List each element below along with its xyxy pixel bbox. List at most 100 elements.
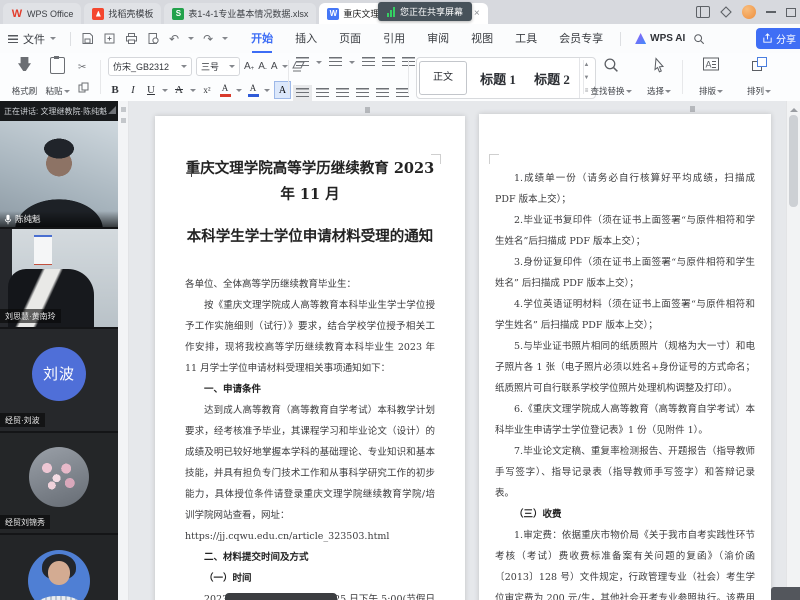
signal-bars-icon xyxy=(387,7,395,17)
redo-dropdown-icon[interactable] xyxy=(222,37,228,43)
collapsed-side-panel[interactable] xyxy=(118,101,129,600)
floating-toolbar-edge[interactable] xyxy=(225,593,337,600)
doc-title-line2: 本科学生学士学位申请材料受理的通知 xyxy=(185,224,435,250)
chevron-down-icon xyxy=(50,37,56,43)
margin-crop-mark xyxy=(431,154,441,164)
align-left-icon[interactable] xyxy=(296,88,309,99)
increase-font-icon[interactable]: A+ xyxy=(244,61,254,72)
svg-text:A: A xyxy=(706,60,712,70)
tab-view[interactable]: 视图 xyxy=(460,25,504,53)
search-icon[interactable] xyxy=(693,33,705,45)
font-size-select[interactable]: 三号 xyxy=(196,57,240,76)
highlight-color-button[interactable]: A xyxy=(218,82,232,98)
undo-icon[interactable]: ↶ xyxy=(169,32,179,46)
bold-button[interactable]: B xyxy=(108,82,122,98)
tab-page[interactable]: 页面 xyxy=(328,25,372,53)
scroll-up-arrow[interactable] xyxy=(790,104,798,112)
tab-reference[interactable]: 引用 xyxy=(372,25,416,53)
paste-button[interactable]: 粘贴 xyxy=(41,57,74,97)
align-center-icon[interactable] xyxy=(316,88,329,99)
ruler-tab-marker xyxy=(365,107,370,113)
select-button[interactable]: 选择 xyxy=(638,57,680,97)
paragraph: 1.审定费：依据重庆市物价局《关于我市自考实践性环节考核（考试）费收费标准备案有… xyxy=(495,525,755,600)
restore-button[interactable] xyxy=(786,8,796,17)
tab-wps-home[interactable]: W WPS Office xyxy=(3,3,81,24)
font-color-swatch xyxy=(248,94,259,97)
format-painter-button[interactable]: 格式刷 xyxy=(8,57,41,97)
style-normal[interactable]: 正文 xyxy=(419,61,467,95)
typeset-button[interactable]: A 排版 xyxy=(690,57,732,97)
tab-home[interactable]: 开始 xyxy=(240,25,284,53)
find-replace-button[interactable]: 查找替换 xyxy=(590,57,632,97)
decrease-indent-icon[interactable] xyxy=(362,57,375,68)
redo-icon[interactable]: ↷ xyxy=(203,32,213,46)
workspace-icon[interactable] xyxy=(696,6,710,18)
stacks-icon[interactable] xyxy=(720,6,732,18)
font-size-value: 三号 xyxy=(201,60,219,73)
docer-icon xyxy=(92,8,104,20)
video-tile-5[interactable] xyxy=(0,535,118,600)
tab-insert[interactable]: 插入 xyxy=(284,25,328,53)
wps-ai-button[interactable]: WPS AI xyxy=(635,33,685,44)
home-ribbon: 格式刷 粘贴 ✂ 仿宋_GB2312 三号 A+ xyxy=(0,53,800,102)
align-right-icon[interactable] xyxy=(336,88,349,99)
italic-button[interactable]: I xyxy=(126,82,140,98)
strikethrough-button[interactable]: A xyxy=(172,82,186,98)
screen-share-toast: 您正在共享屏幕 xyxy=(378,2,472,21)
decrease-font-icon[interactable]: A- xyxy=(258,61,267,72)
paragraph: 6.《重庆文理学院成人高等教育（高等教育自学考试）本科毕业生申请学士学位登记表》… xyxy=(495,399,755,441)
chevron-down-icon xyxy=(316,61,322,67)
paragraph: 2.毕业证书复印件（须在证书上面签署“与原件相符和学生姓名”后扫描成 PDF 版… xyxy=(495,210,755,252)
file-menu-button[interactable]: 文件 xyxy=(0,24,64,53)
section-heading: 二、材料提交时间及方式 xyxy=(185,547,435,568)
tab-docer-templates[interactable]: 找稻壳模板 xyxy=(84,3,161,24)
document-page-1[interactable]: 重庆文理学院高等学历继续教育 2023 年 11 月 本科学生学士学位申请材料受… xyxy=(155,116,465,600)
font-name-select[interactable]: 仿宋_GB2312 xyxy=(108,57,192,76)
sub-heading: （一）时间 xyxy=(185,568,435,589)
paragraph: 达到成人高等教育（高等教育自学考试）本科教学计划要求，经考核准予毕业，其课程学习… xyxy=(185,400,435,526)
tab-member[interactable]: 会员专享 xyxy=(548,25,614,53)
expand-icon[interactable] xyxy=(108,106,116,114)
quick-access-toolbar: ↶ ↷ xyxy=(81,32,228,46)
tab-tools[interactable]: 工具 xyxy=(504,25,548,53)
highlight-color-swatch xyxy=(220,94,231,97)
distribute-icon[interactable] xyxy=(376,88,389,99)
font-color-button[interactable]: A xyxy=(246,82,260,98)
wps-logo-icon: W xyxy=(11,8,23,20)
justify-icon[interactable] xyxy=(356,88,369,99)
video-tile-2[interactable]: 刘思慧·黄南玲 xyxy=(0,229,118,329)
vertical-scrollbar[interactable] xyxy=(786,101,800,600)
arrange-button[interactable]: 排列 xyxy=(738,57,780,97)
underline-button[interactable]: U xyxy=(144,82,158,98)
cut-icon[interactable]: ✂ xyxy=(78,62,89,73)
scrollbar-thumb[interactable] xyxy=(789,115,798,207)
numbered-list-icon[interactable] xyxy=(329,57,342,68)
export-icon[interactable] xyxy=(103,32,116,45)
print-preview-icon[interactable] xyxy=(147,32,160,45)
avatar: 刘波 xyxy=(32,347,86,401)
video-tile-3[interactable]: 刘波 经贸·刘波 xyxy=(0,329,118,433)
format-painter-icon xyxy=(18,57,31,71)
undo-dropdown-icon[interactable] xyxy=(188,37,194,43)
text-effects-icon[interactable]: A xyxy=(271,61,278,72)
wall-poster xyxy=(34,235,52,265)
copy-icon[interactable] xyxy=(78,82,89,93)
save-icon[interactable] xyxy=(81,32,94,45)
superscript-button[interactable]: x² xyxy=(200,82,214,98)
print-icon[interactable] xyxy=(125,32,138,45)
editing-group: 查找替换 选择 xyxy=(590,57,680,97)
video-tile-speaker[interactable]: 陈纯魁 xyxy=(0,121,118,229)
tab-review[interactable]: 审阅 xyxy=(416,25,460,53)
increase-indent-icon[interactable] xyxy=(382,57,395,68)
document-page-2[interactable]: 1.成绩单一份（请务必自行核算好平均成绩，扫描成 PDF 版本上交）； 2.毕业… xyxy=(479,114,771,600)
floating-control-edge[interactable] xyxy=(771,587,800,600)
style-heading1[interactable]: 标题 1 xyxy=(471,69,525,88)
video-tile-4[interactable]: 经贸刘锦秀 xyxy=(0,433,118,535)
close-tab-icon[interactable]: × xyxy=(474,8,480,19)
minimize-button[interactable] xyxy=(766,11,776,13)
bullet-list-icon[interactable] xyxy=(296,57,309,68)
share-button[interactable]: 分享 xyxy=(756,28,800,49)
style-heading2[interactable]: 标题 2 xyxy=(525,69,579,88)
tab-spreadsheet[interactable]: S 表1-4-1专业基本情况数据.xlsx xyxy=(164,3,316,24)
user-avatar[interactable] xyxy=(742,5,756,19)
